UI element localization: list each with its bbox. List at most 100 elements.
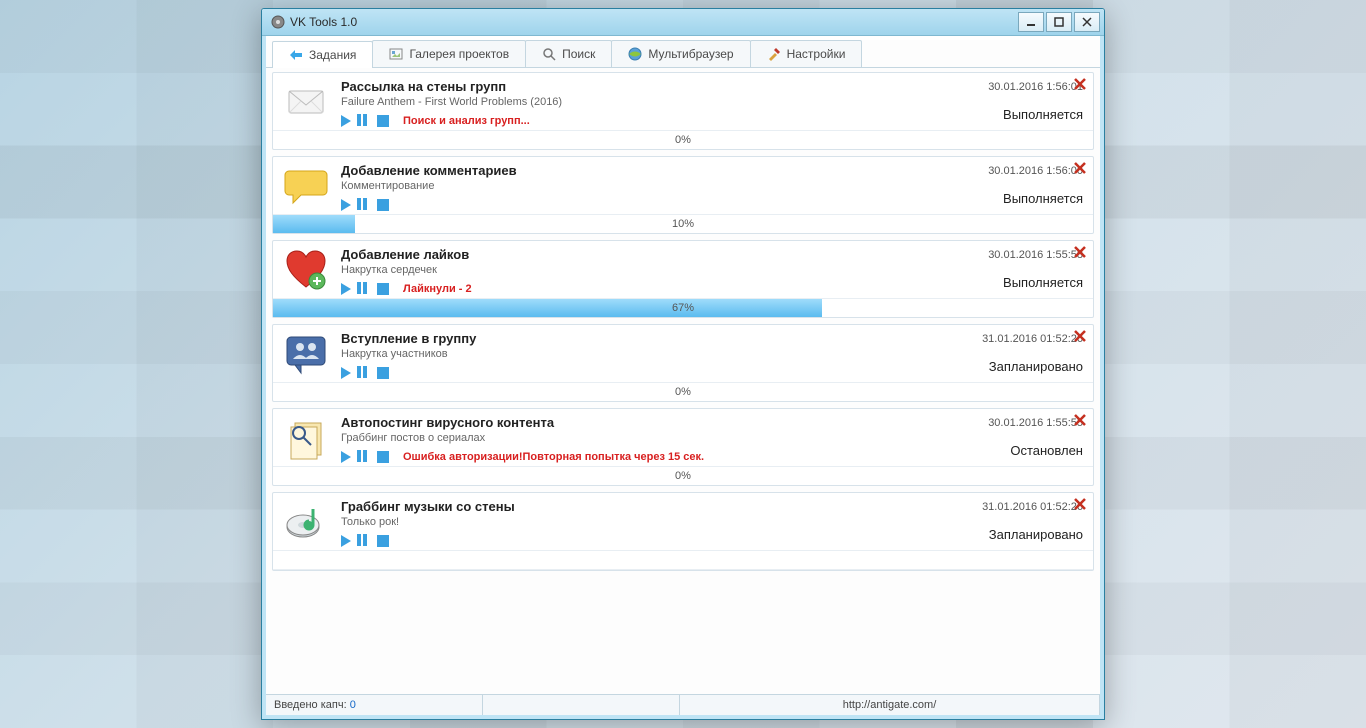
task-row: Вступление в группу Накрутка участников … (272, 324, 1094, 402)
task-row: Граббинг музыки со стены Только рок! 31.… (272, 492, 1094, 571)
pause-button[interactable] (357, 366, 371, 380)
play-button[interactable] (341, 535, 351, 547)
task-timestamp: 31.01.2016 01:52:26 (982, 333, 1083, 345)
window-title: VK Tools 1.0 (290, 15, 1018, 29)
task-status-message: Ошибка авторизации!Повторная попытка чер… (403, 451, 704, 463)
envelope-icon (283, 79, 329, 125)
status-link[interactable]: http://antigate.com/ (680, 695, 1100, 715)
task-timestamp: 30.01.2016 1:56:01 (988, 81, 1083, 93)
progress-bar: 10% (273, 214, 1093, 233)
task-row: Рассылка на стены групп Failure Anthem -… (272, 72, 1094, 150)
stop-button[interactable] (377, 199, 389, 211)
gallery-icon (389, 47, 403, 61)
task-title: Автопостинг вирусного контента (341, 415, 901, 430)
pause-button[interactable] (357, 450, 371, 464)
status-cell-empty (483, 695, 680, 715)
tab-label: Задания (309, 48, 356, 62)
captcha-label: Введено капч: (274, 699, 347, 711)
tab-tasks[interactable]: Задания (272, 41, 373, 68)
task-timestamp: 30.01.2016 1:55:58 (988, 249, 1083, 261)
client-area: Задания Галерея проектов Поиск Мультибра… (262, 36, 1104, 719)
delete-task-button[interactable] (1073, 497, 1087, 511)
play-button[interactable] (341, 367, 351, 379)
tab-label: Поиск (562, 47, 595, 61)
progress-bar: 0% (273, 130, 1093, 149)
progress-bar: 0% (273, 466, 1093, 485)
play-button[interactable] (341, 451, 351, 463)
stop-button[interactable] (377, 451, 389, 463)
task-state: Выполняется (1003, 191, 1083, 206)
play-button[interactable] (341, 115, 351, 127)
pause-button[interactable] (357, 282, 371, 296)
tab-label: Мультибраузер (648, 47, 733, 61)
task-subtitle: Failure Anthem - First World Problems (2… (341, 96, 901, 108)
close-button[interactable] (1074, 12, 1100, 32)
task-subtitle: Комментирование (341, 180, 901, 192)
tasks-icon (289, 48, 303, 62)
note-search-icon (283, 415, 329, 461)
task-timestamp: 30.01.2016 1:55:55 (988, 417, 1083, 429)
task-subtitle: Накрутка сердечек (341, 264, 901, 276)
tab-multibrowser[interactable]: Мультибраузер (611, 40, 750, 67)
group-icon (283, 331, 329, 377)
task-state: Остановлен (1010, 443, 1083, 458)
pause-button[interactable] (357, 114, 371, 128)
task-row: Добавление лайков Накрутка сердечек Лайк… (272, 240, 1094, 318)
task-state: Выполняется (1003, 107, 1083, 122)
stop-button[interactable] (377, 367, 389, 379)
pause-button[interactable] (357, 534, 371, 548)
tab-label: Настройки (787, 47, 846, 61)
pause-button[interactable] (357, 198, 371, 212)
tab-settings[interactable]: Настройки (750, 40, 863, 67)
task-timestamp: 31.01.2016 01:52:26 (982, 501, 1083, 513)
task-title: Рассылка на стены групп (341, 79, 901, 94)
tab-gallery[interactable]: Галерея проектов (372, 40, 526, 67)
globe-icon (628, 47, 642, 61)
task-title: Добавление лайков (341, 247, 901, 262)
status-link-text: http://antigate.com/ (843, 699, 937, 711)
task-status-message: Лайкнули - 2 (403, 283, 472, 295)
captcha-count: 0 (350, 699, 356, 711)
progress-label: 67% (273, 299, 1093, 317)
progress-bar: 67% (273, 298, 1093, 317)
progress-label: 0% (273, 131, 1093, 149)
task-state: Запланировано (989, 359, 1083, 374)
captcha-counter: Введено капч: 0 (266, 695, 483, 715)
delete-task-button[interactable] (1073, 161, 1087, 175)
tools-icon (767, 47, 781, 61)
window-controls (1018, 12, 1100, 32)
task-subtitle: Граббинг постов о сериалах (341, 432, 901, 444)
task-state: Запланировано (989, 527, 1083, 542)
task-subtitle: Только рок! (341, 516, 901, 528)
minimize-button[interactable] (1018, 12, 1044, 32)
progress-bar (273, 550, 1093, 570)
task-row: Автопостинг вирусного контента Граббинг … (272, 408, 1094, 486)
titlebar[interactable]: VK Tools 1.0 (262, 9, 1104, 36)
comment-icon (283, 163, 329, 209)
tab-search[interactable]: Поиск (525, 40, 612, 67)
task-subtitle: Накрутка участников (341, 348, 901, 360)
task-timestamp: 30.01.2016 1:56:00 (988, 165, 1083, 177)
progress-label: 10% (273, 215, 1093, 233)
task-status-message: Поиск и анализ групп... (403, 115, 530, 127)
task-title: Вступление в группу (341, 331, 901, 346)
delete-task-button[interactable] (1073, 413, 1087, 427)
search-icon (542, 47, 556, 61)
delete-task-button[interactable] (1073, 245, 1087, 259)
status-bar: Введено капч: 0 http://antigate.com/ (266, 694, 1100, 715)
stop-button[interactable] (377, 535, 389, 547)
stop-button[interactable] (377, 283, 389, 295)
progress-label: 0% (273, 467, 1093, 485)
play-button[interactable] (341, 283, 351, 295)
tab-label: Галерея проектов (409, 47, 509, 61)
task-title: Граббинг музыки со стены (341, 499, 901, 514)
tab-bar: Задания Галерея проектов Поиск Мультибра… (266, 40, 1100, 68)
play-button[interactable] (341, 199, 351, 211)
maximize-button[interactable] (1046, 12, 1072, 32)
task-list[interactable]: Рассылка на стены групп Failure Anthem -… (266, 68, 1100, 694)
progress-bar: 0% (273, 382, 1093, 401)
app-icon (270, 14, 286, 30)
delete-task-button[interactable] (1073, 329, 1087, 343)
delete-task-button[interactable] (1073, 77, 1087, 91)
stop-button[interactable] (377, 115, 389, 127)
